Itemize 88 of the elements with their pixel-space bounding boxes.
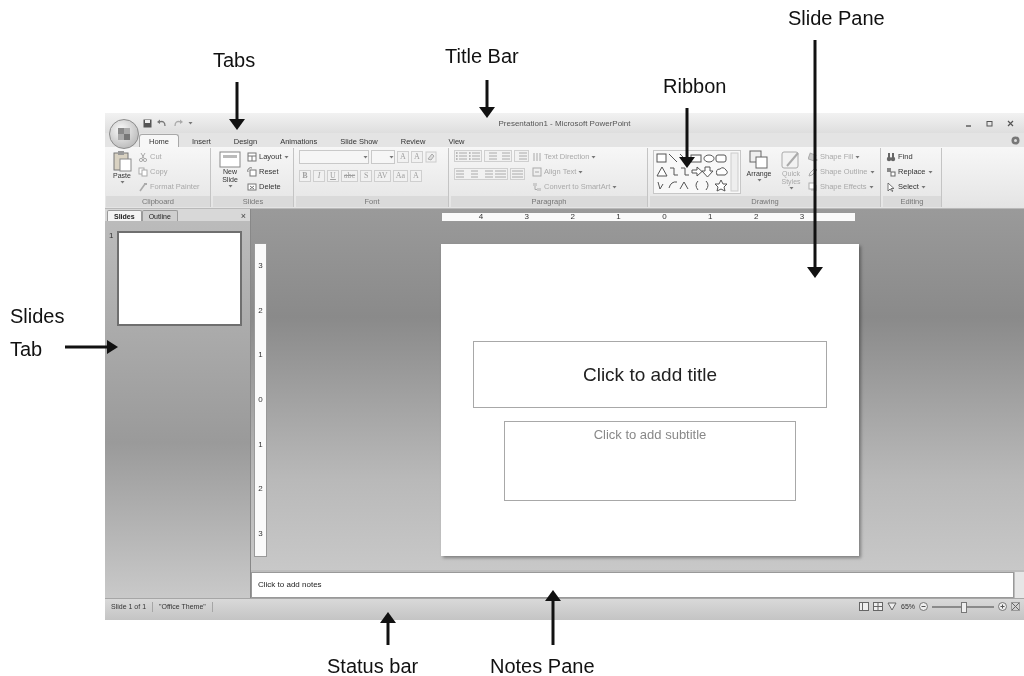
- caret-icon: [119, 180, 125, 184]
- arrow: [65, 340, 118, 354]
- text-direction-icon: [532, 151, 542, 162]
- numbered-list-icon[interactable]: [468, 151, 481, 161]
- refresh-icon: [247, 166, 257, 177]
- binoculars-icon: [886, 151, 896, 162]
- ruler-number: 2: [258, 485, 263, 494]
- zoom-slider-thumb[interactable]: [961, 601, 967, 613]
- caret-icon: [389, 155, 394, 159]
- ruler-number: 2: [258, 306, 263, 315]
- caret-icon: [227, 184, 233, 188]
- caret-icon: [188, 121, 193, 125]
- caret-icon: [869, 169, 875, 174]
- bullet-list-icon[interactable]: [455, 151, 468, 161]
- ruler-number: 1: [708, 213, 713, 221]
- clipboard-icon: [112, 150, 132, 172]
- caret-icon: [756, 178, 762, 182]
- caret-icon: [612, 184, 618, 189]
- callout-label: Status bar: [327, 654, 419, 676]
- normal-view-icon[interactable]: [859, 602, 869, 611]
- undo-icon[interactable]: [156, 118, 168, 128]
- callout-label: Notes Pane: [490, 654, 595, 676]
- ruler-number: 1: [258, 351, 263, 360]
- subtitle-placeholder[interactable]: Click to add subtitle: [504, 421, 796, 501]
- caret-icon: [591, 154, 597, 159]
- caret-icon: [788, 186, 794, 190]
- slide-thumbnail[interactable]: [117, 231, 243, 326]
- arrow: [380, 612, 396, 645]
- ruler-number: 3: [258, 262, 263, 271]
- ruler-number: 1: [616, 213, 621, 221]
- align-icon: [532, 166, 542, 177]
- fit-window-icon[interactable]: [1011, 602, 1020, 611]
- ruler-number: 1: [258, 440, 263, 449]
- delete-icon: [247, 181, 257, 192]
- caret-icon: [868, 184, 874, 189]
- ruler-number: 2: [570, 213, 575, 221]
- title-placeholder[interactable]: Click to add title: [473, 341, 827, 408]
- close-button[interactable]: ×: [240, 211, 246, 221]
- callout-label: Title Bar: [445, 44, 519, 69]
- office-button[interactable]: [109, 119, 139, 149]
- ruler-number: 3: [524, 213, 530, 221]
- copy-icon: [138, 166, 148, 177]
- arrow: [679, 108, 695, 168]
- notes-field[interactable]: Click to add notes: [251, 572, 1014, 598]
- projector-icon[interactable]: [887, 602, 897, 611]
- caret-icon: [927, 169, 933, 174]
- callout-label: Slides Tab: [10, 304, 66, 362]
- eraser-icon[interactable]: [425, 151, 437, 163]
- caret-icon: [363, 155, 368, 159]
- cursor-icon: [886, 181, 896, 192]
- office-logo-icon: [117, 127, 131, 141]
- ruler-number: 3: [799, 213, 805, 221]
- callout-label: Tabs: [213, 48, 256, 73]
- save-icon[interactable]: [143, 118, 152, 128]
- arrow: [229, 82, 245, 130]
- slide-number: 1: [109, 231, 114, 242]
- grid-view-icon[interactable]: [873, 602, 883, 611]
- brush-square-icon: [781, 150, 801, 170]
- ruler-number: 4: [478, 213, 484, 221]
- scissors-icon: [138, 151, 148, 162]
- ruler-number: 2: [753, 213, 759, 221]
- redo-icon[interactable]: [172, 118, 184, 128]
- caret-icon: [855, 154, 861, 159]
- window-title: Presentation1 - Microsoft PowerPoint: [498, 118, 631, 128]
- caret-icon: [283, 154, 289, 159]
- slide-icon: [219, 150, 241, 168]
- arrow: [545, 590, 561, 645]
- ruler-number: 3: [258, 529, 263, 538]
- caret-icon: [578, 169, 584, 174]
- zoom-out-icon[interactable]: [919, 602, 928, 611]
- font-size-field[interactable]: [371, 150, 395, 164]
- help-icon[interactable]: [1011, 135, 1020, 145]
- close-icon[interactable]: [1007, 119, 1014, 127]
- replace-icon: [886, 166, 896, 177]
- callout-label: Slide Pane: [788, 6, 885, 31]
- brush-icon: [138, 181, 148, 192]
- caret-icon: [920, 184, 926, 189]
- diagram-icon: [532, 181, 542, 192]
- ruler-number: 0: [258, 395, 263, 404]
- arrow: [479, 80, 495, 118]
- font-name-field[interactable]: [299, 150, 369, 164]
- callout-label: Ribbon: [663, 74, 727, 99]
- layout-icon: [247, 151, 257, 162]
- zoom-in-icon[interactable]: [998, 602, 1007, 611]
- overlapping-squares-icon: [749, 150, 769, 170]
- scrollbar[interactable]: [1014, 572, 1024, 598]
- ruler-number: 0: [662, 213, 667, 221]
- restore-icon[interactable]: [986, 119, 993, 127]
